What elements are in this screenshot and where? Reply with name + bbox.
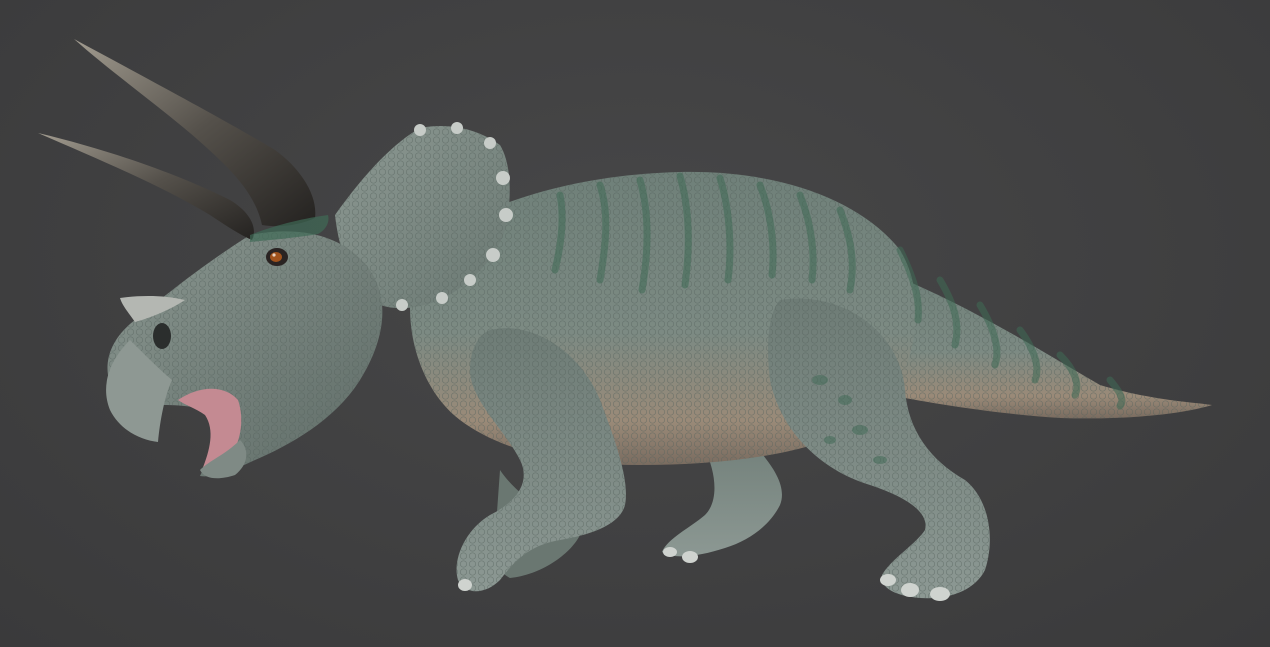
nostril <box>153 323 171 349</box>
3d-viewport[interactable] <box>0 0 1270 647</box>
triceratops-model <box>38 39 1212 601</box>
